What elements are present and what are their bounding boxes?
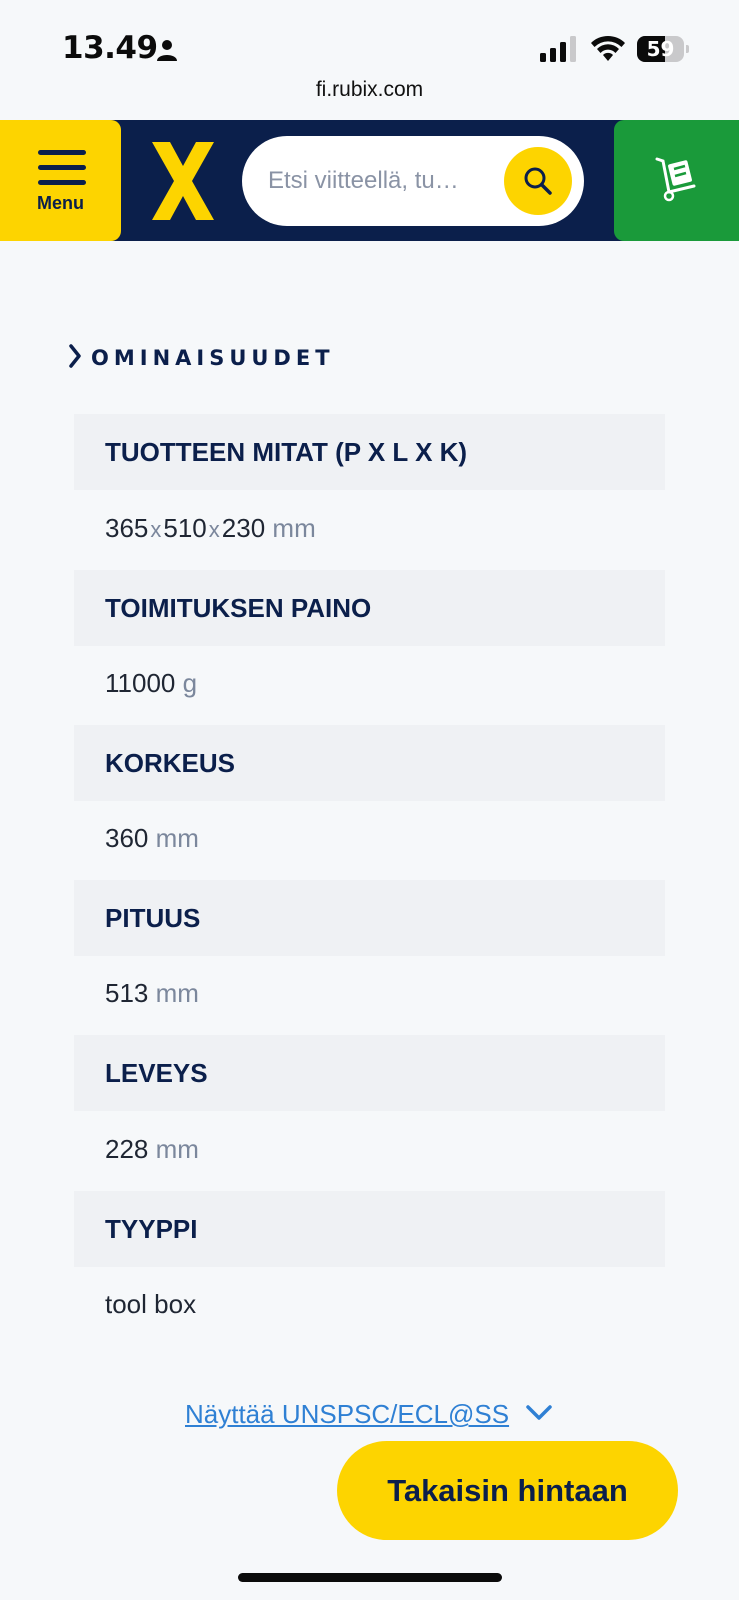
spec-label: TYYPPI <box>105 1214 198 1244</box>
battery-level: 59 <box>646 37 675 61</box>
battery-indicator: 59 <box>637 36 689 62</box>
search-button[interactable] <box>504 147 572 215</box>
hamburger-icon <box>38 150 86 188</box>
unit: mm <box>155 823 199 853</box>
spec-label-width: LEVEYS <box>74 1035 665 1111</box>
chevron-down-icon[interactable] <box>525 1403 553 1423</box>
person-icon <box>157 40 177 61</box>
spec-value-length: 513 mm <box>105 978 199 1008</box>
search-input[interactable] <box>268 162 478 200</box>
cart-button[interactable] <box>614 120 739 241</box>
spec-label-length: PITUUS <box>74 880 665 956</box>
site-header: Menu <box>0 120 739 241</box>
wifi-icon <box>591 35 625 61</box>
spec-value-type: tool box <box>105 1289 197 1319</box>
menu-button[interactable]: Menu <box>0 120 121 241</box>
status-time: 13.49 <box>62 30 158 66</box>
menu-label: Menu <box>37 193 84 213</box>
spec-value-shipping-weight: 11000 g <box>105 668 198 698</box>
home-indicator[interactable] <box>238 1573 502 1582</box>
spec-value-dimensions: 365x510x230 mm <box>105 513 316 543</box>
unit: mm <box>155 978 199 1008</box>
spec-value-width: 228 mm <box>105 1134 199 1164</box>
unit: g <box>182 668 198 698</box>
spec-label-dimensions: TUOTTEEN MITAT (P X L X K) <box>74 414 665 490</box>
spec-label-shipping-weight: TOIMITUKSEN PAINO <box>74 570 665 646</box>
spec-label: TOIMITUKSEN PAINO <box>105 593 372 623</box>
search-box <box>242 136 584 226</box>
search-icon <box>524 167 552 195</box>
unspsc-eclass-link[interactable]: Näyttää UNSPSC/ECL@SS <box>185 1394 509 1434</box>
spec-label: KORKEUS <box>105 748 236 778</box>
section-title[interactable]: OMINAISUUDET <box>91 346 335 370</box>
back-to-price-button[interactable]: Takaisin hintaan <box>337 1441 678 1540</box>
spec-label-type: TYYPPI <box>74 1191 665 1267</box>
spec-label-height: KORKEUS <box>74 725 665 801</box>
signal-icon <box>540 36 576 62</box>
spec-value-height: 360 mm <box>105 823 199 853</box>
spec-label: PITUUS <box>105 903 201 933</box>
rubix-logo[interactable] <box>150 142 216 220</box>
status-bar: 13.49 59 <box>0 0 739 80</box>
chevron-right-icon[interactable] <box>69 344 81 368</box>
hand-truck-icon <box>655 157 696 202</box>
unit: mm <box>272 513 316 543</box>
url-bar[interactable]: fi.rubix.com <box>0 78 739 102</box>
spec-label: LEVEYS <box>105 1058 208 1088</box>
spec-label: TUOTTEEN MITAT (P X L X K) <box>105 437 468 467</box>
unit: mm <box>155 1134 199 1164</box>
